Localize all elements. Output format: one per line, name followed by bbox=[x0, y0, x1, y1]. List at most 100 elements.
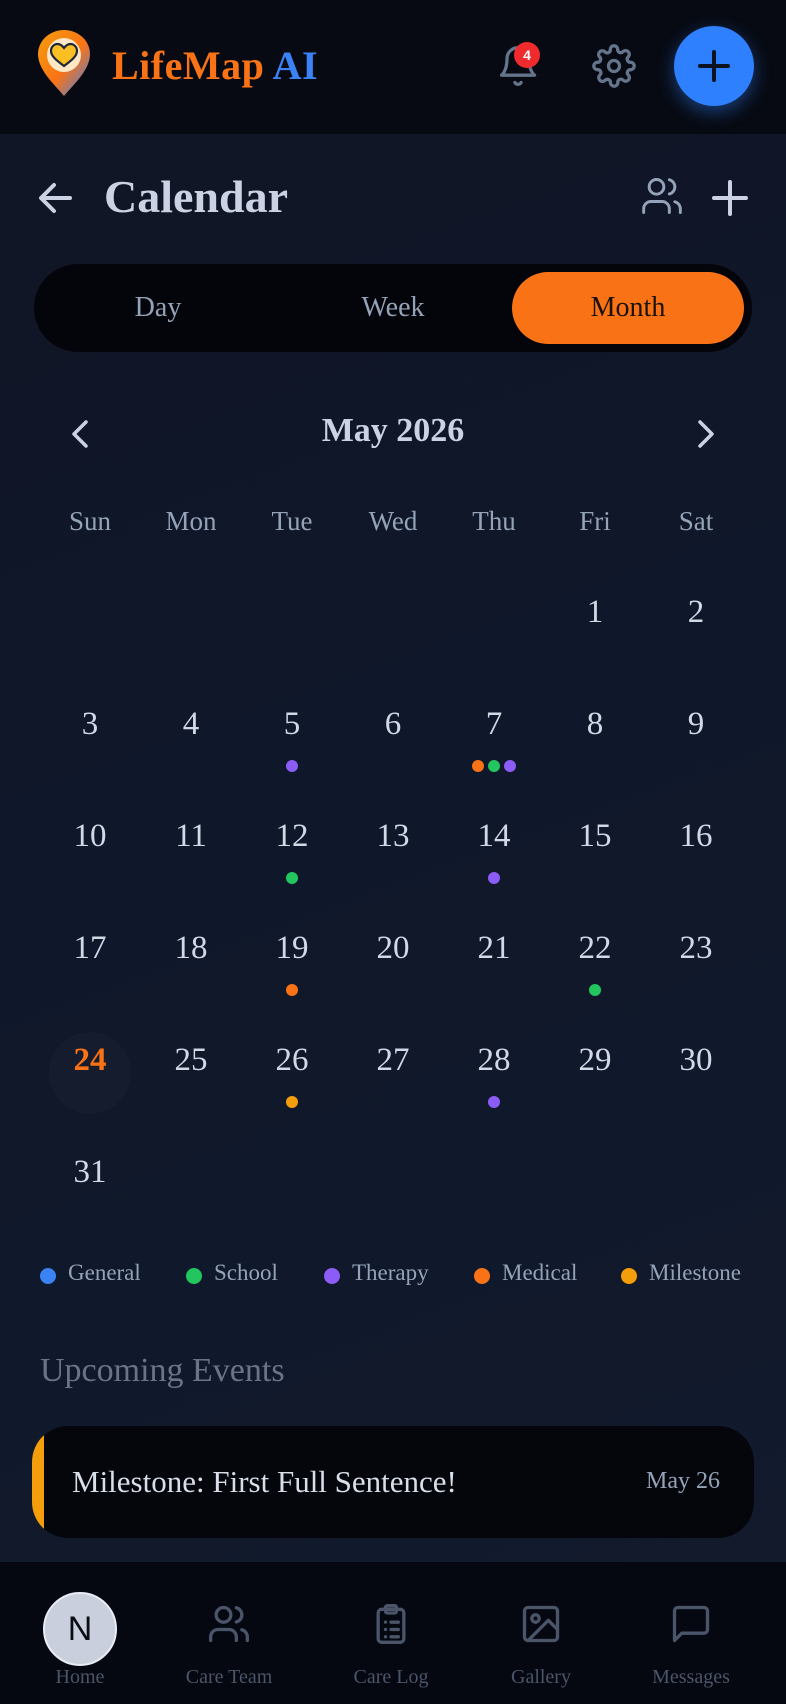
avatar-initial: N bbox=[67, 1610, 93, 1648]
tab-label: Messages bbox=[652, 1666, 730, 1688]
calendar-day[interactable]: 20 bbox=[343, 930, 443, 967]
calendar-day[interactable]: 31 bbox=[40, 1154, 140, 1191]
calendar-day[interactable]: 9 bbox=[646, 706, 746, 743]
calendar-day[interactable]: 29 bbox=[545, 1042, 645, 1079]
legend-label: Medical bbox=[502, 1260, 578, 1285]
calendar-day[interactable]: 21 bbox=[444, 930, 544, 967]
calendar-day[interactable]: 25 bbox=[141, 1042, 241, 1079]
calendar-day[interactable]: 12 bbox=[242, 818, 342, 855]
chevron-right-icon[interactable] bbox=[688, 414, 724, 454]
weekday-mon: Mon bbox=[165, 506, 217, 536]
page-title: Calendar bbox=[104, 171, 288, 222]
plus-icon bbox=[698, 50, 730, 82]
event-dot-medical bbox=[286, 984, 298, 996]
calendar-day[interactable]: 22 bbox=[545, 930, 645, 967]
calendar-day[interactable]: 4 bbox=[141, 706, 241, 743]
clipboard-icon bbox=[376, 1604, 406, 1644]
weekday-wed: Wed bbox=[368, 506, 418, 536]
calendar-day[interactable]: 11 bbox=[141, 818, 241, 855]
tab-home[interactable]: Home N bbox=[5, 1562, 155, 1704]
calendar-day[interactable]: 18 bbox=[141, 930, 241, 967]
app-brand: LifeMap AI bbox=[112, 42, 318, 89]
event-dot-therapy bbox=[488, 872, 500, 884]
app-header: LifeMap AI 4 bbox=[0, 0, 786, 134]
weekday-sat: Sat bbox=[678, 506, 714, 536]
bottom-nav: Home N Care Team Care Log Gallery Messag… bbox=[0, 1562, 786, 1704]
legend-label: General bbox=[68, 1260, 141, 1285]
upcoming-events-heading: Upcoming Events bbox=[40, 1352, 285, 1389]
calendar-day[interactable]: 14 bbox=[444, 818, 544, 855]
event-dot-milestone bbox=[286, 1096, 298, 1108]
view-toggle: Day Week Month bbox=[34, 264, 752, 352]
legend-dot bbox=[186, 1268, 202, 1284]
quick-add-button[interactable] bbox=[674, 26, 754, 106]
calendar-day[interactable]: 5 bbox=[242, 706, 342, 743]
calendar-day[interactable]: 15 bbox=[545, 818, 645, 855]
weekday-sun: Sun bbox=[68, 506, 112, 536]
tab-label: Home bbox=[55, 1666, 105, 1688]
calendar-day[interactable]: 10 bbox=[40, 818, 140, 855]
calendar-day[interactable]: 1 bbox=[545, 594, 645, 631]
heart-pin-logo-icon bbox=[38, 30, 90, 96]
calendar-day[interactable]: 13 bbox=[343, 818, 443, 855]
event-title: Milestone: First Full Sentence! bbox=[72, 1464, 457, 1499]
calendar-day[interactable]: 6 bbox=[343, 706, 443, 743]
tab-label: Gallery bbox=[511, 1666, 571, 1688]
legend-label: Therapy bbox=[352, 1260, 429, 1285]
image-icon bbox=[522, 1605, 560, 1643]
tab-label: Care Team bbox=[185, 1666, 273, 1688]
calendar-day-today[interactable]: 24 bbox=[40, 1042, 140, 1079]
event-dot-school bbox=[589, 984, 601, 996]
view-day-button[interactable]: Day bbox=[42, 272, 274, 344]
care-team-icon bbox=[209, 1605, 249, 1643]
weekday-tue: Tue bbox=[271, 506, 313, 536]
care-team-icon[interactable] bbox=[640, 174, 684, 218]
event-dot-school bbox=[488, 760, 500, 772]
tab-gallery[interactable]: Gallery bbox=[466, 1562, 616, 1704]
brand-suffix: AI bbox=[272, 43, 319, 88]
calendar-day[interactable]: 2 bbox=[646, 594, 746, 631]
legend-dot bbox=[621, 1268, 637, 1284]
weekday-fri: Fri bbox=[579, 506, 611, 536]
event-date: May 26 bbox=[646, 1468, 720, 1494]
brand-name: LifeMap bbox=[112, 43, 265, 88]
tab-messages[interactable]: Messages bbox=[616, 1562, 766, 1704]
legend-dot bbox=[474, 1268, 490, 1284]
back-arrow-icon[interactable] bbox=[34, 176, 78, 220]
legend-label: Milestone bbox=[649, 1260, 741, 1285]
notification-badge: 4 bbox=[514, 42, 540, 68]
legend-dot bbox=[324, 1268, 340, 1284]
calendar-day[interactable]: 3 bbox=[40, 706, 140, 743]
add-event-icon[interactable] bbox=[708, 176, 752, 220]
event-dot-therapy bbox=[286, 760, 298, 772]
event-dot-school bbox=[286, 872, 298, 884]
view-month-button[interactable]: Month bbox=[512, 272, 744, 344]
event-card[interactable]: Milestone: First Full Sentence! May 26 bbox=[32, 1426, 754, 1538]
message-icon bbox=[672, 1605, 710, 1643]
calendar-day[interactable]: 26 bbox=[242, 1042, 342, 1079]
event-dot-therapy bbox=[504, 760, 516, 772]
chevron-left-icon[interactable] bbox=[62, 414, 98, 454]
avatar[interactable]: N bbox=[43, 1592, 117, 1666]
calendar-day[interactable]: 27 bbox=[343, 1042, 443, 1079]
gear-icon[interactable] bbox=[592, 44, 636, 88]
tab-care-team[interactable]: Care Team bbox=[154, 1562, 304, 1704]
calendar-day[interactable]: 28 bbox=[444, 1042, 544, 1079]
calendar-day[interactable]: 17 bbox=[40, 930, 140, 967]
tab-label: Care Log bbox=[353, 1666, 429, 1688]
event-dot-medical bbox=[472, 760, 484, 772]
calendar-day[interactable]: 8 bbox=[545, 706, 645, 743]
calendar-day[interactable]: 7 bbox=[444, 706, 544, 743]
legend-label: School bbox=[214, 1260, 278, 1285]
weekday-thu: Thu bbox=[472, 506, 516, 536]
calendar-day[interactable]: 16 bbox=[646, 818, 746, 855]
calendar-day[interactable]: 30 bbox=[646, 1042, 746, 1079]
view-week-button[interactable]: Week bbox=[277, 272, 509, 344]
tab-care-log[interactable]: Care Log bbox=[316, 1562, 466, 1704]
month-label: May 2026 bbox=[321, 412, 465, 449]
event-dot-therapy bbox=[488, 1096, 500, 1108]
event-category-bar bbox=[32, 1426, 44, 1538]
calendar-day[interactable]: 19 bbox=[242, 930, 342, 967]
legend-dot bbox=[40, 1268, 56, 1284]
calendar-day[interactable]: 23 bbox=[646, 930, 746, 967]
